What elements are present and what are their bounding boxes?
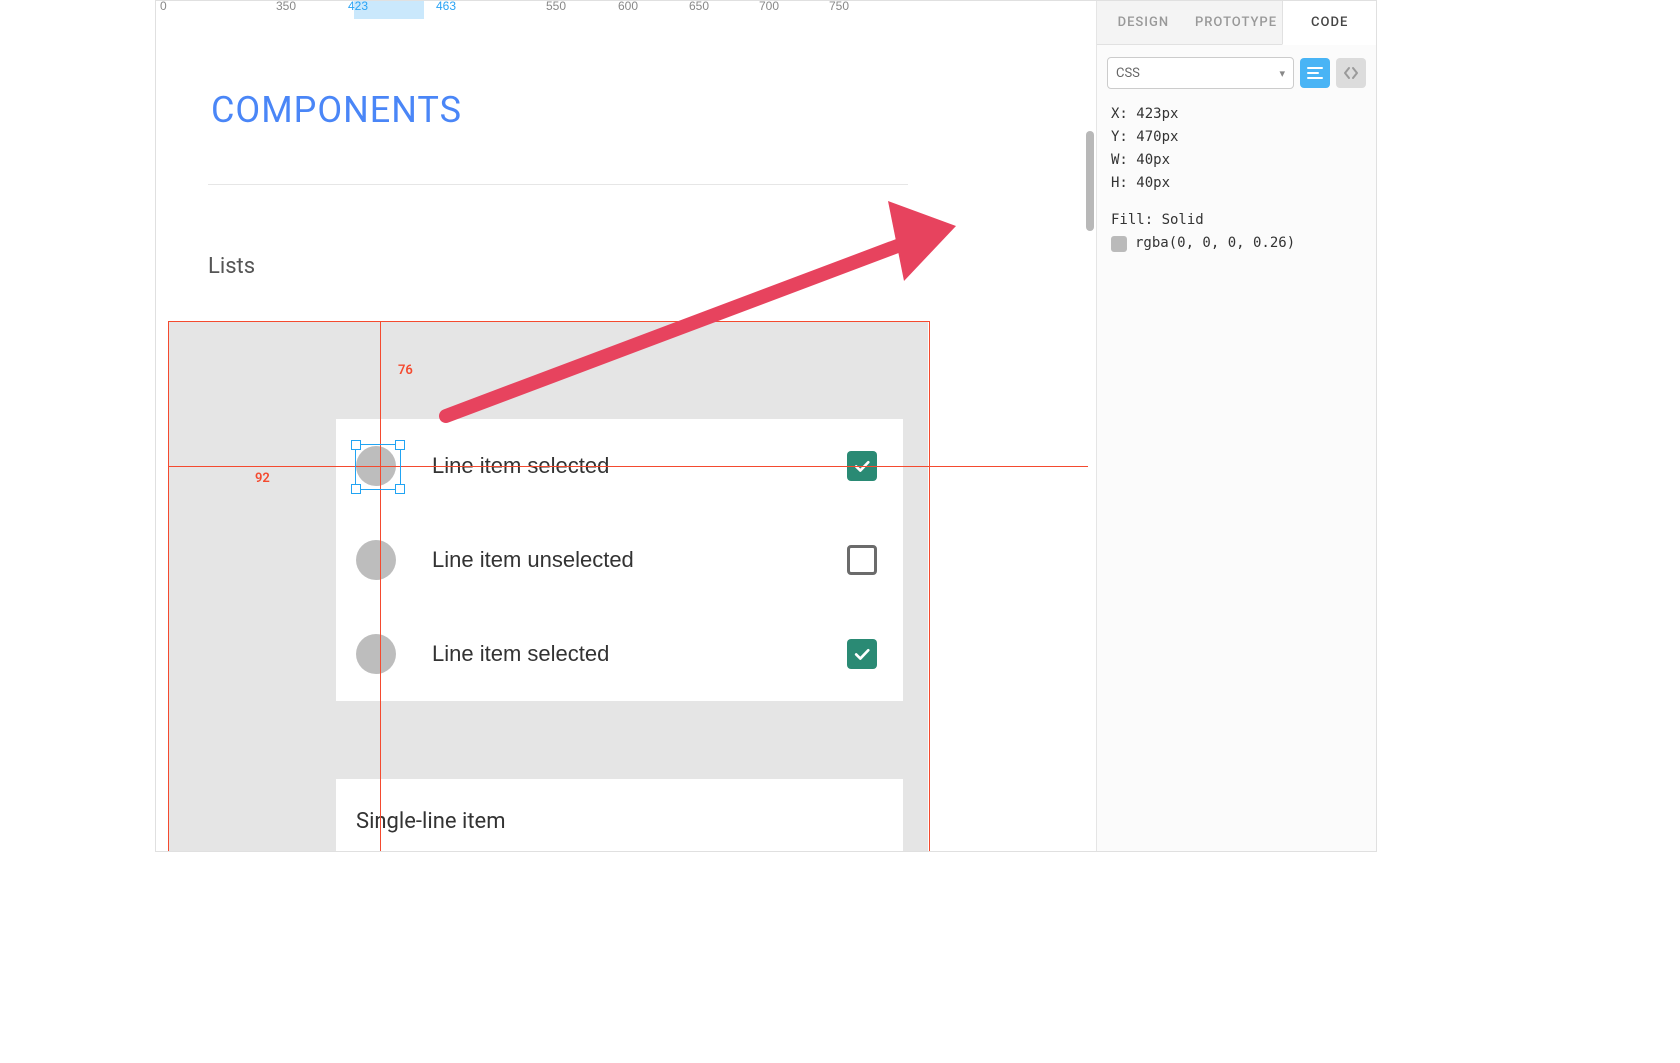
avatar-circle[interactable] — [356, 634, 396, 674]
page-title: COMPONENTS — [211, 89, 462, 131]
ruler-tick-650: 650 — [689, 0, 709, 13]
section-header: Lists — [208, 254, 255, 279]
smart-guide-horizontal — [168, 466, 1088, 467]
ruler-tick-550: 550 — [546, 0, 566, 13]
property-y: Y: 470px — [1111, 126, 1362, 149]
ruler-sel-from: 423 — [348, 0, 368, 13]
code-format-select[interactable]: CSS ▾ — [1107, 57, 1294, 89]
ruler-tick-350: 350 — [276, 0, 296, 13]
list-item[interactable]: Line item selected — [336, 607, 903, 701]
list-item-label: Line item unselected — [432, 547, 847, 573]
property-fill-value: rgba(0, 0, 0, 0.26) — [1135, 232, 1295, 255]
gap-label-left: 92 — [255, 471, 270, 486]
property-h: H: 40px — [1111, 172, 1362, 195]
scrollbar-thumb[interactable] — [1086, 131, 1094, 231]
smart-guide-vertical — [380, 321, 381, 852]
checkbox-unchecked-icon[interactable] — [847, 545, 877, 575]
app-frame: 0 350 423 463 550 600 650 700 750 COMPON… — [155, 0, 1377, 852]
ruler-sel-to: 463 — [436, 0, 456, 13]
single-line-label: Single-line item — [356, 809, 506, 834]
tab-prototype[interactable]: PROTOTYPE — [1190, 1, 1283, 44]
property-fill-type: Fill: Solid — [1111, 209, 1362, 232]
ruler-tick-750: 750 — [829, 0, 849, 13]
list-item[interactable]: Line item unselected — [336, 513, 903, 607]
title-divider — [208, 184, 908, 185]
gap-label-top: 76 — [398, 363, 413, 378]
checkbox-checked-icon[interactable] — [847, 639, 877, 669]
property-x: X: 423px — [1111, 103, 1362, 126]
ruler-tick-0: 0 — [160, 0, 167, 13]
horizontal-ruler: 0 350 423 463 550 600 650 700 750 — [156, 1, 1096, 19]
avatar-circle[interactable] — [356, 540, 396, 580]
chevron-down-icon: ▾ — [1279, 67, 1285, 80]
code-view-list-button[interactable] — [1300, 58, 1330, 88]
code-view-code-button[interactable] — [1336, 58, 1366, 88]
fill-swatch[interactable] — [1111, 236, 1127, 252]
code-format-value: CSS — [1116, 66, 1140, 81]
code-properties: X: 423px Y: 470px W: 40px H: 40px Fill: … — [1097, 89, 1376, 256]
single-line-card[interactable]: Single-line item — [336, 779, 903, 852]
ruler-tick-700: 700 — [759, 0, 779, 13]
tab-code[interactable]: CODE — [1282, 1, 1376, 45]
list-item-label: Line item selected — [432, 641, 847, 667]
list-card: Line item selected Line item unselected … — [336, 419, 903, 701]
inspector-panel: DESIGN PROTOTYPE CODE CSS ▾ X: 423px Y: … — [1096, 1, 1376, 851]
design-canvas[interactable]: COMPONENTS Lists 76 92 Line item selecte… — [156, 19, 1096, 851]
tab-design[interactable]: DESIGN — [1097, 1, 1190, 44]
inspector-tabs: DESIGN PROTOTYPE CODE — [1097, 1, 1376, 45]
ruler-tick-600: 600 — [618, 0, 638, 13]
property-w: W: 40px — [1111, 149, 1362, 172]
